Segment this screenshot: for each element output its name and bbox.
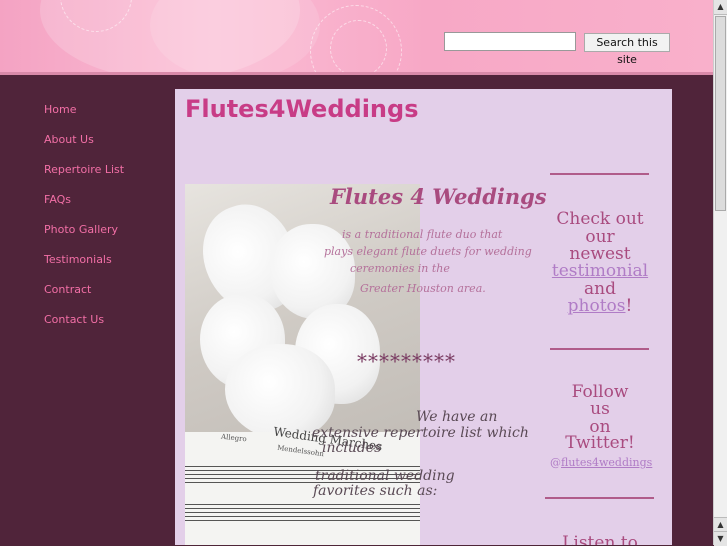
main-content: Flutes4Weddings Wedding Marches Allegro … (175, 89, 672, 545)
intro-line: Greater Houston area. (360, 282, 486, 295)
nav-item-testimonials[interactable]: Testimonials (44, 248, 124, 278)
intro-line: is a traditional flute duo that (342, 228, 503, 241)
handle-prefix: @ (550, 456, 561, 469)
nav-item-contract[interactable]: Contract (44, 278, 124, 308)
photos-link-row: photos! (550, 298, 650, 315)
music-staff-line (185, 508, 420, 509)
follow-text: Twitter! (565, 433, 635, 453)
nav-item-home[interactable]: Home (44, 98, 124, 128)
photos-link[interactable]: photos (568, 296, 626, 316)
testimonial-link-row: testimonial (550, 263, 650, 280)
music-staff-line (185, 520, 420, 521)
scroll-up-arrow-icon[interactable]: ▲ (714, 517, 727, 532)
sheet-music-text: Mendelssohn (276, 443, 325, 459)
nav-item-repertoire-list[interactable]: Repertoire List (44, 158, 124, 188)
repertoire-line: traditional wedding (315, 468, 455, 484)
scroll-thumb[interactable] (715, 16, 726, 211)
music-staff-line (185, 466, 420, 467)
scroll-up-arrow-icon[interactable]: ▲ (714, 0, 727, 15)
sidebar-divider (545, 497, 654, 499)
follow-text: us (590, 399, 610, 419)
promo-title: Flutes 4 Weddings (330, 184, 547, 209)
repertoire-line: favorites such as: (313, 483, 438, 499)
repertoire-line: We have an (416, 409, 498, 425)
music-staff-line (185, 516, 420, 517)
stars-divider: ********* (357, 349, 456, 373)
repertoire-line: extensive repertoire list which (312, 425, 529, 441)
sidebar-divider (550, 173, 649, 175)
header-swirl-decoration (330, 20, 387, 75)
main-navigation: Home About Us Repertoire List FAQs Photo… (44, 98, 124, 338)
check-out-text: Check out (556, 209, 644, 229)
twitter-handle-row: @flutes4weddings (550, 456, 652, 469)
twitter-handle-link[interactable]: flutes4weddings (561, 456, 652, 469)
music-staff-line (185, 504, 420, 505)
intro-line: ceremonies in the (350, 262, 450, 275)
exclamation-text: ! (625, 296, 633, 316)
header-petal-decoration (150, 0, 320, 75)
testimonial-link[interactable]: testimonial (552, 261, 648, 281)
sidebar-divider (550, 348, 649, 350)
search-button[interactable]: Search this site (584, 33, 670, 66)
search-input[interactable] (444, 32, 576, 51)
page-scrollbar[interactable]: ▲ ▲ ▼ (713, 0, 727, 546)
nav-item-contact-us[interactable]: Contact Us (44, 308, 124, 338)
music-staff-line (185, 512, 420, 513)
nav-item-about-us[interactable]: About Us (44, 128, 124, 158)
repertoire-line: includes (322, 440, 382, 456)
nav-item-faqs[interactable]: FAQs (44, 188, 124, 218)
scroll-down-arrow-icon[interactable]: ▼ (714, 531, 727, 546)
sheet-music-text: Allegro (220, 432, 248, 444)
page-title: Flutes4Weddings (185, 95, 419, 123)
nav-item-photo-gallery[interactable]: Photo Gallery (44, 218, 124, 248)
site-header: Search this site (0, 0, 713, 75)
listen-to-text: Listen to (562, 533, 638, 546)
intro-line: plays elegant flute duets for wedding (324, 245, 532, 258)
